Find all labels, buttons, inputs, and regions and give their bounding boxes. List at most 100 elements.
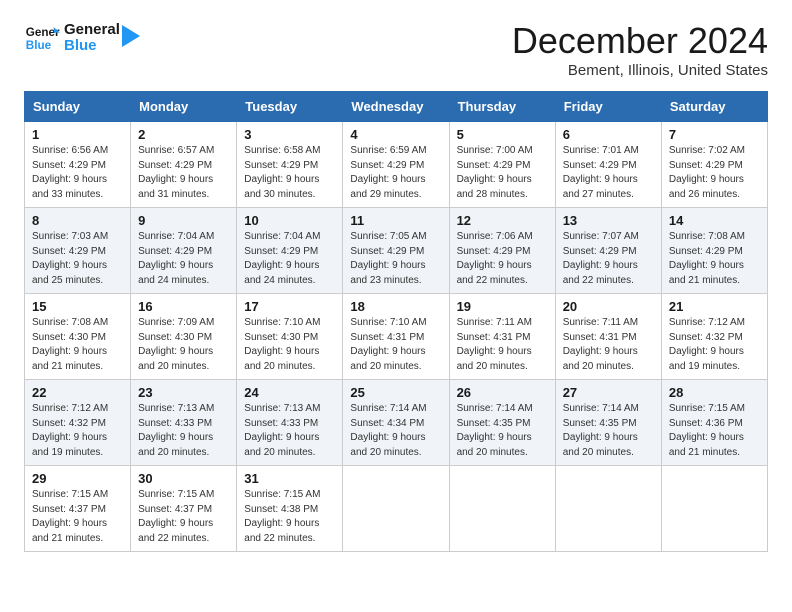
calendar-cell: 6Sunrise: 7:01 AM Sunset: 4:29 PM Daylig… [555,122,661,208]
header-day-tuesday: Tuesday [237,92,343,122]
calendar-cell [661,466,767,552]
day-number: 31 [244,471,335,486]
calendar-cell: 21 Sunrise: 7:12 AM Sunset: 4:32 PM Dayli… [661,294,767,380]
day-info: Sunrise: 7:00 AM Sunset: 4:29 PM Dayligh… [457,144,548,202]
day-info: Sunrise: 7:15 AM Sunset: 4:37 PM Dayligh… [32,488,123,546]
day-info: Sunrise: 6:56 AM Sunset: 4:29 PM Dayligh… [32,144,123,202]
logo: General Blue General Blue [24,20,140,56]
day-info: Sunrise: 7:13 AM Sunset: 4:33 PM Dayligh… [138,402,229,460]
svg-text:Blue: Blue [26,39,52,52]
header-day-saturday: Saturday [661,92,767,122]
day-number: 5 [457,127,548,142]
header-day-wednesday: Wednesday [343,92,449,122]
calendar-week-row: 15Sunrise: 7:08 AM Sunset: 4:30 PM Dayli… [25,294,768,380]
day-info: Sunrise: 7:14 AM Sunset: 4:34 PM Dayligh… [350,402,441,460]
calendar-cell: 22 Sunrise: 7:12 AM Sunset: 4:32 PM Dayli… [25,380,131,466]
day-info: Sunrise: 7:08 AM Sunset: 4:30 PM Dayligh… [32,316,123,374]
calendar-cell: 26 Sunrise: 7:14 AM Sunset: 4:35 PM Dayli… [449,380,555,466]
calendar-cell: 8 Sunrise: 7:03 AM Sunset: 4:29 PM Daylig… [25,208,131,294]
day-number: 18 [350,299,441,314]
day-info: Sunrise: 7:11 AM Sunset: 4:31 PM Dayligh… [563,316,654,374]
calendar-cell: 11 Sunrise: 7:05 AM Sunset: 4:29 PM Dayli… [343,208,449,294]
calendar-week-row: 22 Sunrise: 7:12 AM Sunset: 4:32 PM Dayli… [25,380,768,466]
day-number: 16 [138,299,229,314]
day-info: Sunrise: 7:14 AM Sunset: 4:35 PM Dayligh… [563,402,654,460]
location-title: Bement, Illinois, United States [512,62,768,79]
day-info: Sunrise: 7:10 AM Sunset: 4:30 PM Dayligh… [244,316,335,374]
day-info: Sunrise: 7:04 AM Sunset: 4:29 PM Dayligh… [138,230,229,288]
calendar-cell [449,466,555,552]
day-number: 7 [669,127,760,142]
calendar-cell: 15Sunrise: 7:08 AM Sunset: 4:30 PM Dayli… [25,294,131,380]
day-number: 14 [669,213,760,228]
day-number: 21 [669,299,760,314]
calendar-cell: 20 Sunrise: 7:11 AM Sunset: 4:31 PM Dayli… [555,294,661,380]
day-info: Sunrise: 7:14 AM Sunset: 4:35 PM Dayligh… [457,402,548,460]
day-number: 28 [669,385,760,400]
day-number: 30 [138,471,229,486]
day-info: Sunrise: 7:12 AM Sunset: 4:32 PM Dayligh… [32,402,123,460]
day-number: 11 [350,213,441,228]
logo-arrow-icon [122,25,140,47]
header-day-sunday: Sunday [25,92,131,122]
calendar-week-row: 8 Sunrise: 7:03 AM Sunset: 4:29 PM Daylig… [25,208,768,294]
day-number: 22 [32,385,123,400]
calendar-week-row: 29 Sunrise: 7:15 AM Sunset: 4:37 PM Dayli… [25,466,768,552]
calendar-cell: 7 Sunrise: 7:02 AM Sunset: 4:29 PM Daylig… [661,122,767,208]
day-number: 29 [32,471,123,486]
calendar-cell: 5 Sunrise: 7:00 AM Sunset: 4:29 PM Daylig… [449,122,555,208]
day-number: 1 [32,127,123,142]
day-info: Sunrise: 7:11 AM Sunset: 4:31 PM Dayligh… [457,316,548,374]
day-number: 26 [457,385,548,400]
day-number: 3 [244,127,335,142]
calendar-cell [555,466,661,552]
calendar-cell: 9 Sunrise: 7:04 AM Sunset: 4:29 PM Daylig… [131,208,237,294]
day-info: Sunrise: 7:04 AM Sunset: 4:29 PM Dayligh… [244,230,335,288]
calendar-cell: 30Sunrise: 7:15 AM Sunset: 4:37 PM Dayli… [131,466,237,552]
title-block: December 2024 Bement, Illinois, United S… [512,20,768,79]
day-info: Sunrise: 7:03 AM Sunset: 4:29 PM Dayligh… [32,230,123,288]
day-number: 8 [32,213,123,228]
day-info: Sunrise: 7:02 AM Sunset: 4:29 PM Dayligh… [669,144,760,202]
calendar-cell: 23 Sunrise: 7:13 AM Sunset: 4:33 PM Dayli… [131,380,237,466]
calendar-cell: 1 Sunrise: 6:56 AM Sunset: 4:29 PM Daylig… [25,122,131,208]
day-number: 12 [457,213,548,228]
header-day-friday: Friday [555,92,661,122]
day-number: 24 [244,385,335,400]
day-number: 10 [244,213,335,228]
day-info: Sunrise: 7:12 AM Sunset: 4:32 PM Dayligh… [669,316,760,374]
calendar-week-row: 1 Sunrise: 6:56 AM Sunset: 4:29 PM Daylig… [25,122,768,208]
day-number: 23 [138,385,229,400]
logo-blue: Blue [64,38,120,55]
header: General Blue General Blue December 2024 … [24,20,768,79]
day-number: 6 [563,127,654,142]
calendar-cell: 2Sunrise: 6:57 AM Sunset: 4:29 PM Daylig… [131,122,237,208]
calendar-cell: 31Sunrise: 7:15 AM Sunset: 4:38 PM Dayli… [237,466,343,552]
calendar-cell: 4Sunrise: 6:59 AM Sunset: 4:29 PM Daylig… [343,122,449,208]
calendar-cell: 28 Sunrise: 7:15 AM Sunset: 4:36 PM Dayli… [661,380,767,466]
day-info: Sunrise: 7:15 AM Sunset: 4:36 PM Dayligh… [669,402,760,460]
calendar-cell: 17 Sunrise: 7:10 AM Sunset: 4:30 PM Dayli… [237,294,343,380]
calendar-header-row: SundayMondayTuesdayWednesdayThursdayFrid… [25,92,768,122]
day-info: Sunrise: 7:13 AM Sunset: 4:33 PM Dayligh… [244,402,335,460]
day-info: Sunrise: 6:58 AM Sunset: 4:29 PM Dayligh… [244,144,335,202]
calendar-cell: 19 Sunrise: 7:11 AM Sunset: 4:31 PM Dayli… [449,294,555,380]
day-info: Sunrise: 7:06 AM Sunset: 4:29 PM Dayligh… [457,230,548,288]
day-info: Sunrise: 7:05 AM Sunset: 4:29 PM Dayligh… [350,230,441,288]
day-number: 9 [138,213,229,228]
logo-general: General [64,22,120,39]
day-number: 20 [563,299,654,314]
calendar-table: SundayMondayTuesdayWednesdayThursdayFrid… [24,91,768,552]
calendar-cell: 25Sunrise: 7:14 AM Sunset: 4:34 PM Dayli… [343,380,449,466]
calendar-cell [343,466,449,552]
svg-text:General: General [26,26,60,39]
calendar-cell: 3 Sunrise: 6:58 AM Sunset: 4:29 PM Daylig… [237,122,343,208]
day-number: 27 [563,385,654,400]
day-number: 17 [244,299,335,314]
day-info: Sunrise: 6:57 AM Sunset: 4:29 PM Dayligh… [138,144,229,202]
logo-svg: General Blue [24,20,60,56]
day-number: 4 [350,127,441,142]
day-number: 19 [457,299,548,314]
calendar-cell: 18Sunrise: 7:10 AM Sunset: 4:31 PM Dayli… [343,294,449,380]
calendar-cell: 29 Sunrise: 7:15 AM Sunset: 4:37 PM Dayli… [25,466,131,552]
